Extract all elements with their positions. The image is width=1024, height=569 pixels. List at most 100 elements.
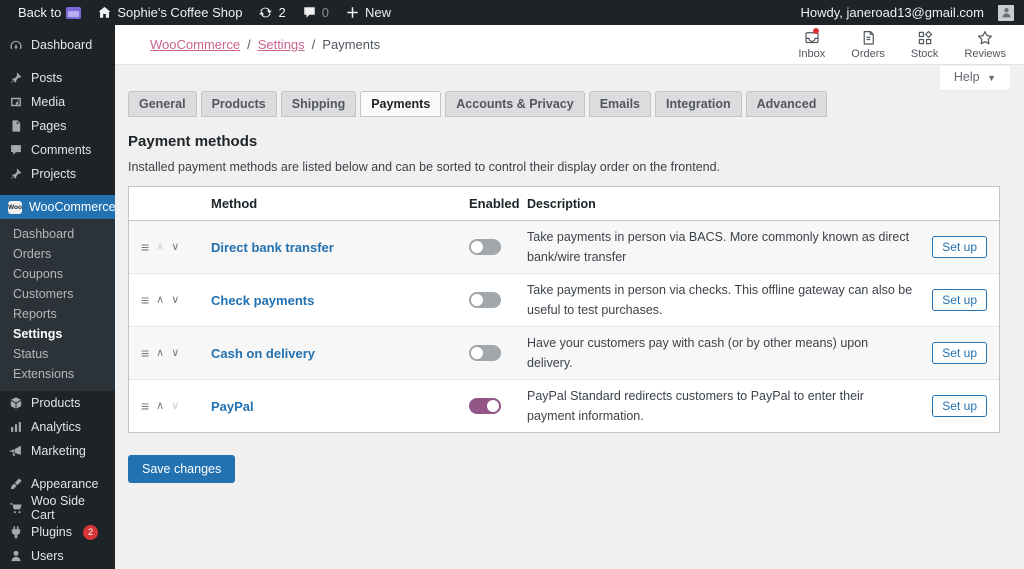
- settings-tabs: General Products Shipping Payments Accou…: [128, 91, 1000, 117]
- reviews-button[interactable]: Reviews: [964, 29, 1006, 60]
- sidebar-label: Pages: [31, 119, 66, 133]
- drag-handle-icon[interactable]: ≡: [141, 398, 149, 414]
- tab-emails[interactable]: Emails: [589, 91, 651, 117]
- sidebar-item-users[interactable]: Users: [0, 544, 115, 568]
- method-link[interactable]: Direct bank transfer: [211, 240, 334, 255]
- submenu-item-reports[interactable]: Reports: [0, 304, 115, 324]
- tab-payments[interactable]: Payments: [360, 91, 441, 117]
- enabled-toggle[interactable]: [469, 239, 501, 255]
- plugins-update-badge: 2: [83, 525, 98, 540]
- orders-button[interactable]: Orders: [851, 29, 885, 60]
- site-name-link[interactable]: Sophie's Coffee Shop: [89, 0, 250, 25]
- new-content-button[interactable]: New: [337, 0, 399, 25]
- help-label: Help: [954, 70, 980, 84]
- table-header-row: Method Enabled Description: [129, 187, 999, 221]
- drag-handle-icon[interactable]: ≡: [141, 239, 149, 255]
- table-row: ≡ ∧ ∨ Check payments Take payments in pe…: [129, 274, 999, 327]
- save-changes-button[interactable]: Save changes: [128, 455, 235, 483]
- move-down-icon[interactable]: ∨: [171, 242, 179, 253]
- table-row: ≡ ∧ ∨ PayPal PayPal Standard redirects c…: [129, 380, 999, 432]
- tab-shipping[interactable]: Shipping: [281, 91, 356, 117]
- method-link[interactable]: PayPal: [211, 399, 254, 414]
- submenu-item-dashboard[interactable]: Dashboard: [0, 224, 115, 244]
- sidebar-label: Dashboard: [31, 38, 92, 52]
- help-dropdown[interactable]: Help ▼: [940, 66, 1010, 90]
- submenu-item-status[interactable]: Status: [0, 344, 115, 364]
- inbox-button[interactable]: Inbox: [798, 29, 825, 60]
- move-down-icon[interactable]: ∨: [171, 295, 179, 306]
- set-up-button[interactable]: Set up: [932, 342, 987, 364]
- pin-icon: [8, 167, 24, 181]
- sidebar-item-media[interactable]: Media: [0, 90, 115, 114]
- sidebar-item-marketing[interactable]: Marketing: [0, 439, 115, 463]
- sidebar-item-plugins[interactable]: Plugins 2: [0, 520, 115, 544]
- set-up-button[interactable]: Set up: [932, 289, 987, 311]
- sidebar-item-posts[interactable]: Posts: [0, 66, 115, 90]
- method-description: Take payments in person via checks. This…: [527, 280, 929, 320]
- orders-icon: [859, 29, 877, 47]
- method-link[interactable]: Check payments: [211, 293, 314, 308]
- enabled-toggle[interactable]: [469, 292, 501, 308]
- breadcrumb-separator: /: [312, 37, 316, 52]
- sidebar-label: Products: [31, 396, 80, 410]
- drag-handle-icon[interactable]: ≡: [141, 345, 149, 361]
- sidebar-label: Media: [31, 95, 65, 109]
- move-up-icon[interactable]: ∧: [156, 401, 164, 412]
- move-up-icon[interactable]: ∧: [156, 295, 164, 306]
- set-up-button[interactable]: Set up: [932, 395, 987, 417]
- comment-icon: [302, 5, 317, 20]
- sidebar-item-woocommerce[interactable]: Woo WooCommerce: [0, 195, 115, 219]
- submenu-item-customers[interactable]: Customers: [0, 284, 115, 304]
- tab-products[interactable]: Products: [201, 91, 277, 117]
- dashboard-icon: [8, 38, 24, 52]
- update-icon: [258, 5, 273, 20]
- drag-handle-icon[interactable]: ≡: [141, 292, 149, 308]
- orders-label: Orders: [851, 48, 885, 60]
- site-name: Sophie's Coffee Shop: [117, 5, 242, 20]
- tab-advanced[interactable]: Advanced: [746, 91, 828, 117]
- tab-integration[interactable]: Integration: [655, 91, 742, 117]
- sidebar-item-projects[interactable]: Projects: [0, 162, 115, 186]
- avatar[interactable]: [998, 5, 1014, 21]
- submenu-item-extensions[interactable]: Extensions: [0, 364, 115, 384]
- submenu-item-settings[interactable]: Settings: [0, 324, 115, 344]
- comment-icon: [8, 143, 24, 157]
- media-icon: [8, 95, 24, 109]
- sidebar-item-pages[interactable]: Pages: [0, 114, 115, 138]
- breadcrumb-settings[interactable]: Settings: [258, 37, 305, 52]
- submenu-item-orders[interactable]: Orders: [0, 244, 115, 264]
- sidebar-item-dashboard[interactable]: Dashboard: [0, 33, 115, 57]
- move-up-icon[interactable]: ∧: [156, 348, 164, 359]
- sidebar-label: Appearance: [31, 477, 98, 491]
- sidebar-label: Analytics: [31, 420, 81, 434]
- sidebar-item-woo-side-cart[interactable]: Woo Side Cart: [0, 496, 115, 520]
- pin-icon: [8, 71, 24, 85]
- method-description: PayPal Standard redirects customers to P…: [527, 386, 929, 426]
- stock-button[interactable]: Stock: [911, 29, 939, 60]
- move-down-icon: ∨: [171, 401, 179, 412]
- comments-button[interactable]: 0: [294, 0, 337, 25]
- submenu-item-coupons[interactable]: Coupons: [0, 264, 115, 284]
- back-to-sites[interactable]: Back to: [10, 0, 89, 25]
- sidebar-item-comments[interactable]: Comments: [0, 138, 115, 162]
- sidebar-item-analytics[interactable]: Analytics: [0, 415, 115, 439]
- method-link[interactable]: Cash on delivery: [211, 346, 315, 361]
- megaphone-icon: [8, 444, 24, 458]
- sidebar-item-products[interactable]: Products: [0, 391, 115, 415]
- home-icon: [97, 5, 112, 20]
- enabled-toggle[interactable]: [469, 398, 501, 414]
- sidebar-label: Marketing: [31, 444, 86, 458]
- reviews-label: Reviews: [964, 48, 1006, 60]
- updates-button[interactable]: 2: [250, 0, 293, 25]
- enabled-toggle[interactable]: [469, 345, 501, 361]
- admin-bar: Back to Sophie's Coffee Shop 2 0 New How…: [0, 0, 1024, 25]
- account-menu[interactable]: Howdy, janeroad13@gmail.com: [793, 5, 993, 20]
- breadcrumb-woocommerce[interactable]: WooCommerce: [150, 37, 240, 52]
- move-down-icon[interactable]: ∨: [171, 348, 179, 359]
- tab-accounts-privacy[interactable]: Accounts & Privacy: [445, 91, 584, 117]
- site-switcher-icon: [66, 7, 81, 19]
- tab-general[interactable]: General: [128, 91, 197, 117]
- set-up-button[interactable]: Set up: [932, 236, 987, 258]
- woocommerce-submenu: Dashboard Orders Coupons Customers Repor…: [0, 219, 115, 391]
- sidebar-item-appearance[interactable]: Appearance: [0, 472, 115, 496]
